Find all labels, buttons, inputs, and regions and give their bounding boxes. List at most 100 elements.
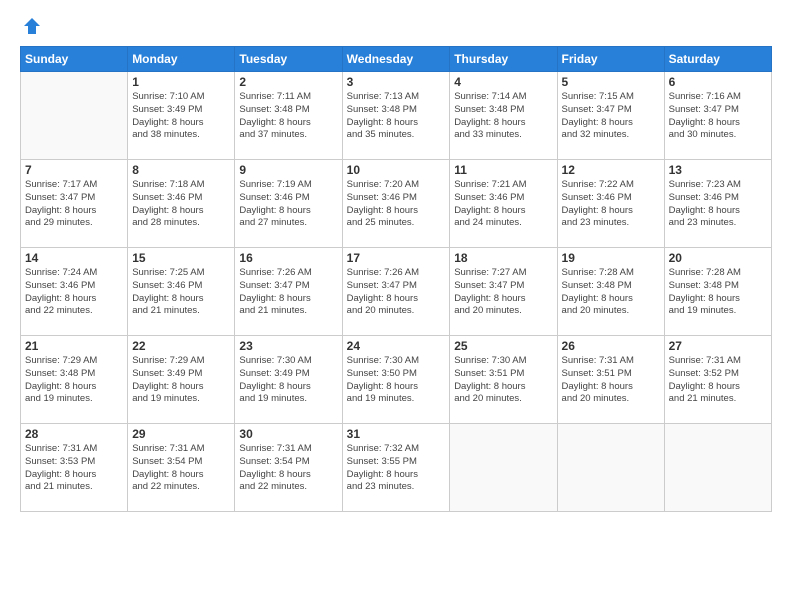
day-info: Sunrise: 7:29 AMSunset: 3:49 PMDaylight:… (132, 355, 230, 406)
calendar-cell: 16 Sunrise: 7:26 AMSunset: 3:47 PMDayligh… (235, 248, 342, 336)
day-number: 19 (562, 251, 660, 265)
day-number: 8 (132, 163, 230, 177)
calendar-cell: 19 Sunrise: 7:28 AMSunset: 3:48 PMDayligh… (557, 248, 664, 336)
day-info: Sunrise: 7:31 AMSunset: 3:52 PMDaylight:… (669, 355, 767, 406)
page-header (20, 16, 772, 36)
day-info: Sunrise: 7:21 AMSunset: 3:46 PMDaylight:… (454, 179, 552, 230)
day-number: 15 (132, 251, 230, 265)
day-info: Sunrise: 7:27 AMSunset: 3:47 PMDaylight:… (454, 267, 552, 318)
calendar-page: Sunday Monday Tuesday Wednesday Thursday… (0, 0, 792, 612)
calendar-cell: 31 Sunrise: 7:32 AMSunset: 3:55 PMDayligh… (342, 424, 450, 512)
calendar-cell: 23 Sunrise: 7:30 AMSunset: 3:49 PMDayligh… (235, 336, 342, 424)
day-number: 10 (347, 163, 446, 177)
calendar-cell: 30 Sunrise: 7:31 AMSunset: 3:54 PMDayligh… (235, 424, 342, 512)
day-number: 12 (562, 163, 660, 177)
calendar-cell: 24 Sunrise: 7:30 AMSunset: 3:50 PMDayligh… (342, 336, 450, 424)
calendar-week-row: 7Sunrise: 7:17 AMSunset: 3:47 PMDaylight… (21, 160, 772, 248)
day-number: 29 (132, 427, 230, 441)
logo (20, 16, 42, 36)
calendar-cell: 6 Sunrise: 7:16 AMSunset: 3:47 PMDaylight… (664, 72, 771, 160)
day-info: Sunrise: 7:30 AMSunset: 3:50 PMDaylight:… (347, 355, 446, 406)
day-info: Sunrise: 7:20 AMSunset: 3:46 PMDaylight:… (347, 179, 446, 230)
day-info: Sunrise: 7:14 AMSunset: 3:48 PMDaylight:… (454, 91, 552, 142)
day-info: Sunrise: 7:10 AMSunset: 3:49 PMDaylight:… (132, 91, 230, 142)
day-info: Sunrise: 7:26 AMSunset: 3:47 PMDaylight:… (239, 267, 337, 318)
day-info: Sunrise: 7:24 AMSunset: 3:46 PMDaylight:… (25, 267, 123, 318)
day-number: 27 (669, 339, 767, 353)
day-number: 18 (454, 251, 552, 265)
calendar-cell: 26Sunrise: 7:31 AMSunset: 3:51 PMDayligh… (557, 336, 664, 424)
day-info: Sunrise: 7:11 AMSunset: 3:48 PMDaylight:… (239, 91, 337, 142)
calendar-cell: 2Sunrise: 7:11 AMSunset: 3:48 PMDaylight… (235, 72, 342, 160)
calendar-week-row: 14 Sunrise: 7:24 AMSunset: 3:46 PMDayligh… (21, 248, 772, 336)
day-number: 4 (454, 75, 552, 89)
day-number: 23 (239, 339, 337, 353)
header-tuesday: Tuesday (235, 47, 342, 72)
calendar-cell: 3 Sunrise: 7:13 AMSunset: 3:48 PMDaylight… (342, 72, 450, 160)
calendar-cell: 21Sunrise: 7:29 AMSunset: 3:48 PMDayligh… (21, 336, 128, 424)
calendar-cell: 18 Sunrise: 7:27 AMSunset: 3:47 PMDayligh… (450, 248, 557, 336)
header-monday: Monday (128, 47, 235, 72)
day-info: Sunrise: 7:31 AMSunset: 3:51 PMDaylight:… (562, 355, 660, 406)
header-friday: Friday (557, 47, 664, 72)
day-info: Sunrise: 7:15 AMSunset: 3:47 PMDaylight:… (562, 91, 660, 142)
day-number: 11 (454, 163, 552, 177)
calendar-cell: 12 Sunrise: 7:22 AMSunset: 3:46 PMDayligh… (557, 160, 664, 248)
day-info: Sunrise: 7:28 AMSunset: 3:48 PMDaylight:… (669, 267, 767, 318)
calendar-cell: 22 Sunrise: 7:29 AMSunset: 3:49 PMDayligh… (128, 336, 235, 424)
day-info: Sunrise: 7:13 AMSunset: 3:48 PMDaylight:… (347, 91, 446, 142)
day-number: 22 (132, 339, 230, 353)
day-info: Sunrise: 7:22 AMSunset: 3:46 PMDaylight:… (562, 179, 660, 230)
calendar-cell: 4 Sunrise: 7:14 AMSunset: 3:48 PMDaylight… (450, 72, 557, 160)
calendar-cell (21, 72, 128, 160)
day-number: 28 (25, 427, 123, 441)
day-number: 17 (347, 251, 446, 265)
day-info: Sunrise: 7:32 AMSunset: 3:55 PMDaylight:… (347, 443, 446, 494)
day-info: Sunrise: 7:18 AMSunset: 3:46 PMDaylight:… (132, 179, 230, 230)
calendar-cell: 25 Sunrise: 7:30 AMSunset: 3:51 PMDayligh… (450, 336, 557, 424)
calendar-cell (450, 424, 557, 512)
calendar-cell: 28 Sunrise: 7:31 AMSunset: 3:53 PMDayligh… (21, 424, 128, 512)
day-number: 1 (132, 75, 230, 89)
day-info: Sunrise: 7:31 AMSunset: 3:54 PMDaylight:… (132, 443, 230, 494)
header-thursday: Thursday (450, 47, 557, 72)
header-saturday: Saturday (664, 47, 771, 72)
calendar-cell (557, 424, 664, 512)
day-info: Sunrise: 7:30 AMSunset: 3:51 PMDaylight:… (454, 355, 552, 406)
calendar-cell: 17 Sunrise: 7:26 AMSunset: 3:47 PMDayligh… (342, 248, 450, 336)
calendar-cell: 14 Sunrise: 7:24 AMSunset: 3:46 PMDayligh… (21, 248, 128, 336)
day-number: 30 (239, 427, 337, 441)
calendar-week-row: 28 Sunrise: 7:31 AMSunset: 3:53 PMDayligh… (21, 424, 772, 512)
calendar-table: Sunday Monday Tuesday Wednesday Thursday… (20, 46, 772, 512)
calendar-cell: 15Sunrise: 7:25 AMSunset: 3:46 PMDayligh… (128, 248, 235, 336)
calendar-cell: 1 Sunrise: 7:10 AMSunset: 3:49 PMDaylight… (128, 72, 235, 160)
calendar-cell: 10 Sunrise: 7:20 AMSunset: 3:46 PMDayligh… (342, 160, 450, 248)
calendar-week-row: 1 Sunrise: 7:10 AMSunset: 3:49 PMDaylight… (21, 72, 772, 160)
day-number: 24 (347, 339, 446, 353)
calendar-cell: 8 Sunrise: 7:18 AMSunset: 3:46 PMDaylight… (128, 160, 235, 248)
day-number: 6 (669, 75, 767, 89)
day-info: Sunrise: 7:26 AMSunset: 3:47 PMDaylight:… (347, 267, 446, 318)
day-info: Sunrise: 7:31 AMSunset: 3:53 PMDaylight:… (25, 443, 123, 494)
calendar-cell: 27 Sunrise: 7:31 AMSunset: 3:52 PMDayligh… (664, 336, 771, 424)
calendar-cell: 29 Sunrise: 7:31 AMSunset: 3:54 PMDayligh… (128, 424, 235, 512)
day-info: Sunrise: 7:28 AMSunset: 3:48 PMDaylight:… (562, 267, 660, 318)
calendar-cell: 7Sunrise: 7:17 AMSunset: 3:47 PMDaylight… (21, 160, 128, 248)
day-number: 16 (239, 251, 337, 265)
day-info: Sunrise: 7:30 AMSunset: 3:49 PMDaylight:… (239, 355, 337, 406)
header-sunday: Sunday (21, 47, 128, 72)
day-number: 14 (25, 251, 123, 265)
weekday-header-row: Sunday Monday Tuesday Wednesday Thursday… (21, 47, 772, 72)
calendar-cell: 20Sunrise: 7:28 AMSunset: 3:48 PMDayligh… (664, 248, 771, 336)
day-number: 31 (347, 427, 446, 441)
header-wednesday: Wednesday (342, 47, 450, 72)
day-info: Sunrise: 7:31 AMSunset: 3:54 PMDaylight:… (239, 443, 337, 494)
day-info: Sunrise: 7:19 AMSunset: 3:46 PMDaylight:… (239, 179, 337, 230)
calendar-week-row: 21Sunrise: 7:29 AMSunset: 3:48 PMDayligh… (21, 336, 772, 424)
day-number: 25 (454, 339, 552, 353)
day-info: Sunrise: 7:16 AMSunset: 3:47 PMDaylight:… (669, 91, 767, 142)
day-info: Sunrise: 7:17 AMSunset: 3:47 PMDaylight:… (25, 179, 123, 230)
logo-icon (22, 16, 42, 36)
day-number: 21 (25, 339, 123, 353)
day-number: 3 (347, 75, 446, 89)
